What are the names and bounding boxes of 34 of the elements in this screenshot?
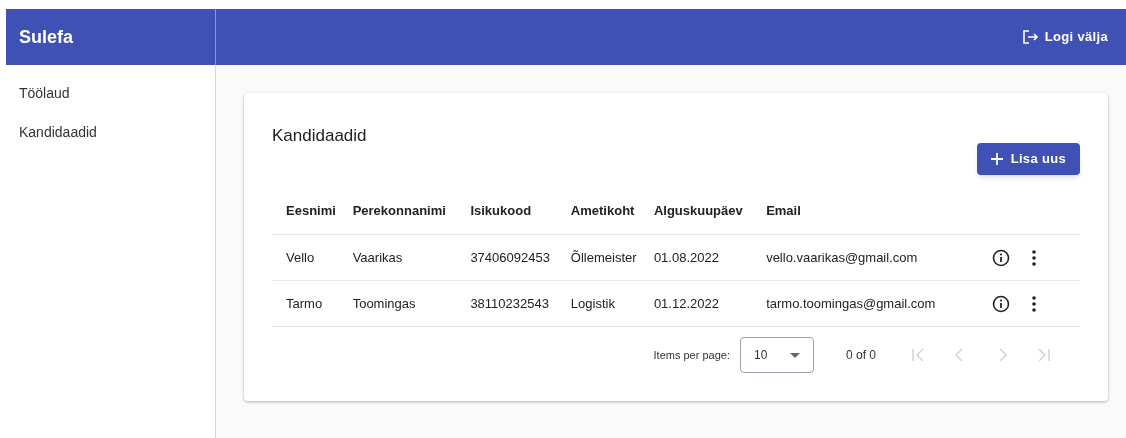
table-cell: Õllemeister — [570, 249, 637, 265]
items-per-page-label: Items per page: — [653, 347, 730, 363]
table-cell: tarmo.toomingas@gmail.com — [766, 295, 936, 311]
table-cell: 38110232543 — [470, 295, 549, 311]
table-cell: Vello — [286, 249, 315, 265]
page-range: 0 of 0 — [845, 347, 876, 364]
column-header: Email — [766, 202, 801, 218]
table-cell: Toomingas — [352, 295, 416, 311]
info-icon[interactable] — [992, 248, 1010, 267]
app-title: Sulefa — [19, 25, 74, 49]
column-header: Perekonnanimi — [352, 202, 446, 218]
sidebar-link[interactable]: Kandidaadid — [19, 122, 97, 143]
sidebar-link[interactable]: Töölaud — [19, 83, 70, 104]
page-size-select[interactable]: 10 — [739, 337, 814, 373]
column-header: Eesnimi — [286, 202, 336, 218]
table-cell: 37406092453 — [470, 249, 550, 265]
card-title: Kandidaadid — [272, 125, 368, 147]
table-cell: Vaarikas — [352, 249, 403, 265]
table-cell: 01.12.2022 — [653, 295, 719, 311]
more-options-icon[interactable] — [1032, 249, 1036, 266]
plus-icon — [990, 152, 1003, 165]
logout-button[interactable]: Logi välja — [1018, 23, 1112, 51]
add-button[interactable]: Lisa uus — [976, 142, 1080, 175]
column-header: Alguskuupäev — [653, 202, 743, 218]
column-header: Ametikoht — [570, 202, 635, 218]
logout-icon — [1022, 30, 1039, 44]
table-cell: 01.08.2022 — [653, 249, 719, 265]
more-options-icon[interactable] — [1032, 295, 1036, 312]
table-cell: Logistik — [570, 295, 615, 311]
table-cell: vello.vaarikas@gmail.com — [766, 249, 918, 265]
info-icon[interactable] — [992, 294, 1010, 313]
column-header: Isikukood — [470, 202, 532, 218]
dropdown-icon — [789, 352, 800, 358]
table-cell: Tarmo — [286, 295, 323, 311]
